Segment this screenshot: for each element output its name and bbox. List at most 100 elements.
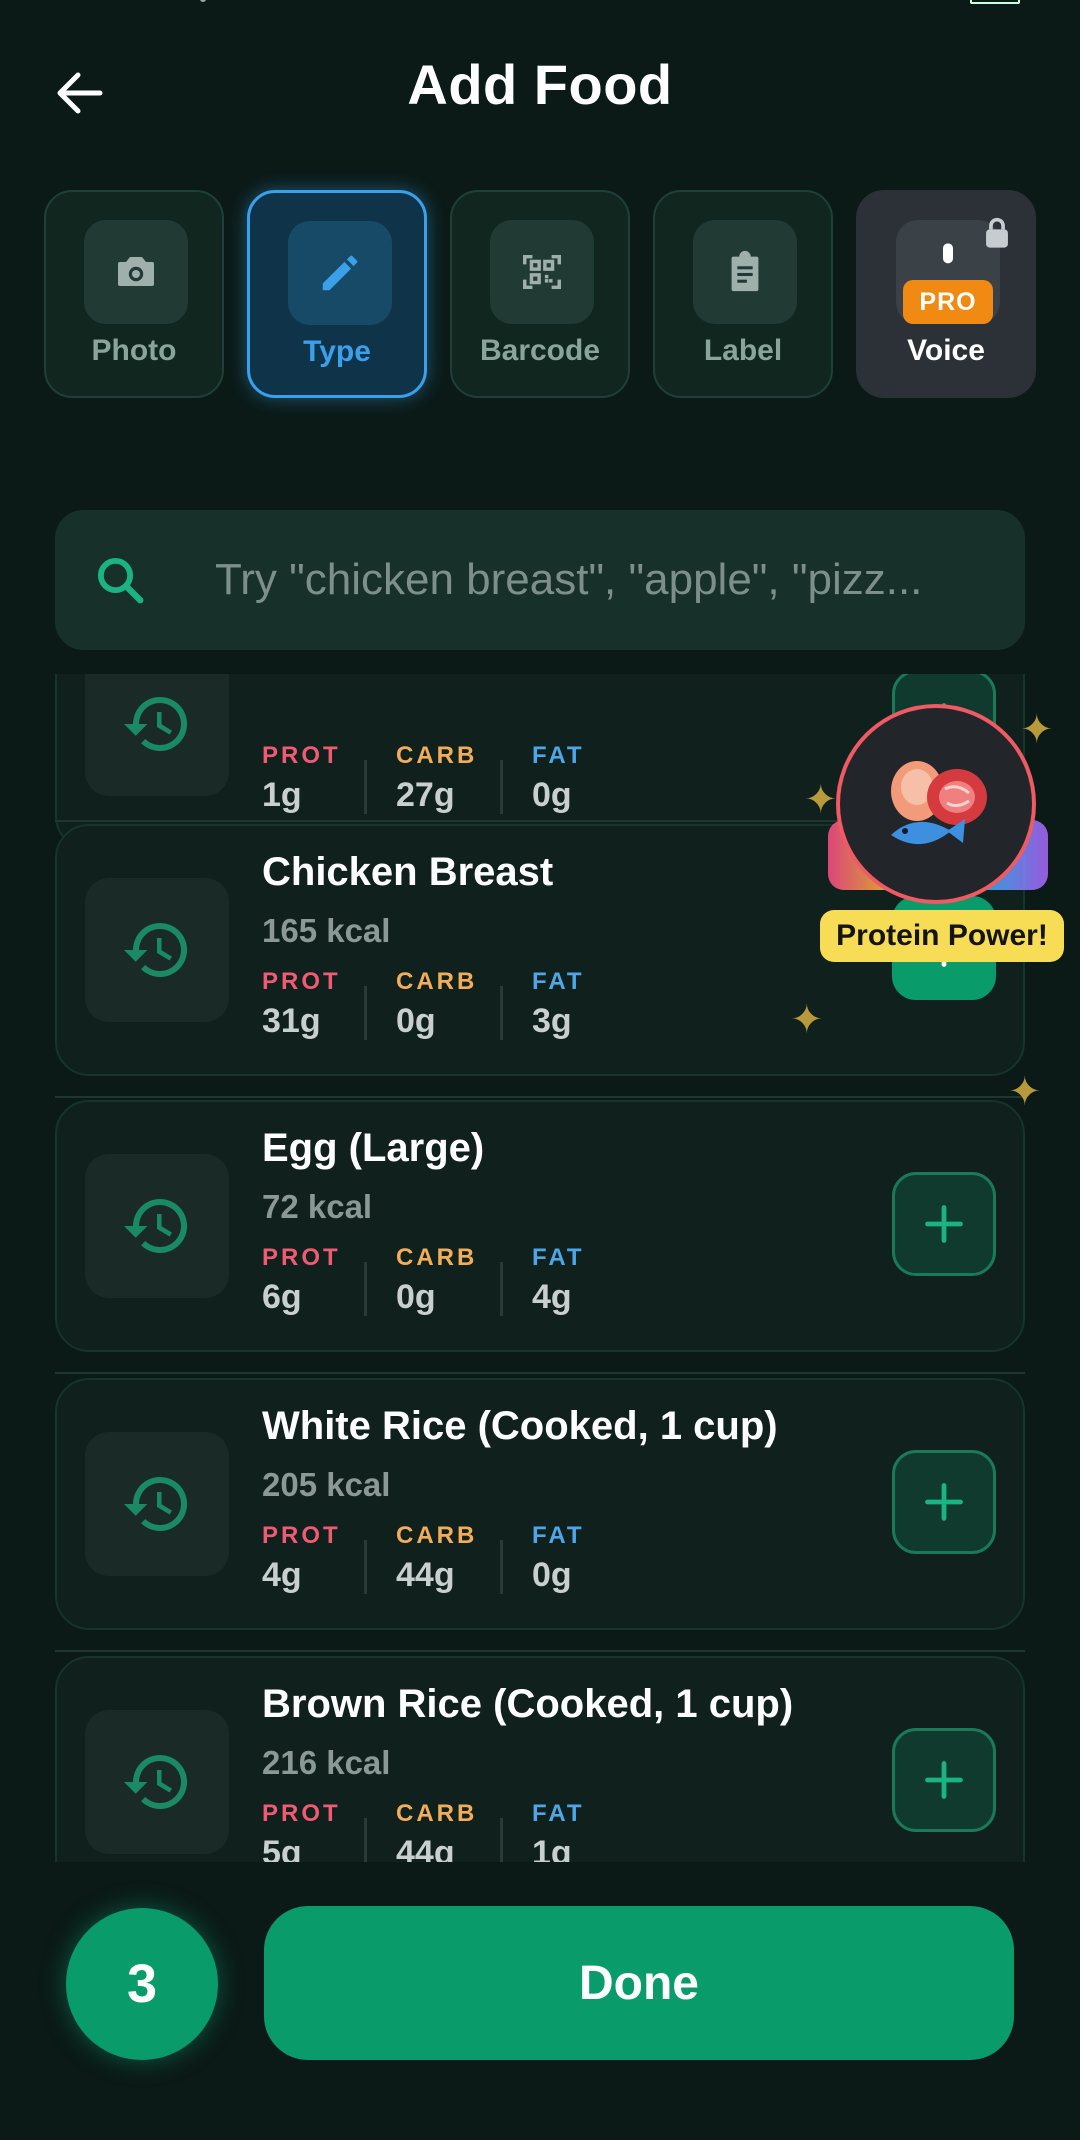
macro-value: 44g (396, 1834, 455, 1862)
macro-protein: PROT 31g (262, 968, 341, 1041)
mode-label: Barcode (479, 334, 601, 367)
macro-label: FAT (532, 742, 585, 769)
macro-separator (500, 1262, 503, 1316)
done-button[interactable]: Done (264, 1906, 1014, 2060)
protein-food-icon (891, 761, 987, 845)
mode-barcode-button[interactable]: Barcode (450, 190, 630, 398)
clipboard-icon-box (693, 220, 797, 324)
macro-protein: PROT 1g (262, 742, 341, 815)
macro-label: CARB (396, 1800, 478, 1827)
macro-label: CARB (396, 1522, 478, 1549)
macro-carb: CARB 0g (396, 968, 477, 1041)
macro-label: FAT (532, 968, 585, 995)
add-food-button[interactable] (892, 1172, 996, 1276)
search-input[interactable] (213, 554, 995, 606)
search-icon (97, 557, 144, 604)
macro-label: CARB (396, 968, 478, 995)
add-food-button[interactable] (892, 1450, 996, 1554)
mode-photo-button[interactable]: Photo (44, 190, 224, 398)
food-card[interactable]: White Rice (Cooked, 1 cup) 205 kcal PROT… (55, 1378, 1025, 1630)
food-card[interactable]: Brown Rice (Cooked, 1 cup) 216 kcal PROT… (55, 1656, 1025, 1862)
selected-count-badge[interactable]: 3 (66, 1908, 218, 2060)
history-icon (124, 1476, 188, 1531)
list-divider (55, 1650, 1025, 1652)
macro-label: PROT (262, 968, 341, 995)
barcode-icon-box (490, 220, 594, 324)
page-title: Add Food (407, 53, 673, 116)
battery-icon (970, 0, 1020, 4)
food-card[interactable]: Egg (Large) 72 kcal PROT 6g CARB 0g FAT … (55, 1100, 1025, 1352)
add-food-button[interactable] (892, 1728, 996, 1832)
achievement-label: Protein Power! (820, 910, 1064, 962)
plus-icon (925, 1483, 963, 1521)
history-icon (124, 922, 188, 977)
macro-value: 4g (532, 1278, 572, 1316)
food-calories: 205 kcal (262, 1466, 391, 1503)
macro-value: 4g (262, 1556, 302, 1594)
macro-separator (500, 1818, 503, 1862)
macro-label: PROT (262, 1800, 341, 1827)
macro-value: 44g (396, 1556, 455, 1594)
macro-carb: CARB 0g (396, 1244, 477, 1317)
macro-separator (500, 760, 503, 814)
pro-badge: PRO (903, 280, 993, 324)
clipboard-icon (731, 250, 759, 292)
food-calories: 72 kcal (262, 1188, 373, 1225)
sparkle-icon: ✦ (1008, 1070, 1042, 1114)
food-calories: 165 kcal (262, 912, 391, 949)
macro-carb: CARB 44g (396, 1522, 477, 1595)
search-icon-wrap (93, 553, 173, 607)
lock-icon (986, 217, 1008, 248)
macro-separator (364, 1818, 367, 1862)
status-bar (0, 0, 1080, 10)
mode-label: Voice (907, 334, 985, 367)
macro-value: 1g (262, 776, 302, 814)
macro-label: FAT (532, 1244, 585, 1271)
macro-label: PROT (262, 1522, 341, 1549)
macro-label: PROT (262, 1244, 341, 1271)
camera-icon (118, 257, 154, 286)
macro-value: 31g (262, 1002, 321, 1040)
macro-value: 3g (532, 1002, 572, 1040)
macro-value: 0g (532, 776, 572, 814)
sparkle-icon: ✦ (1020, 708, 1054, 752)
mode-label-button[interactable]: Label (653, 190, 833, 398)
macro-carb: CARB 44g (396, 1800, 477, 1862)
macro-fat: FAT 0g (532, 742, 585, 815)
macro-value: 5g (262, 1834, 302, 1862)
macro-separator (364, 1262, 367, 1316)
macro-carb: CARB 27g (396, 742, 477, 815)
mode-type-button[interactable]: Type (247, 190, 427, 398)
macro-fat: FAT 4g (532, 1244, 585, 1317)
barcode-icon (523, 254, 561, 290)
plus-icon (925, 1205, 963, 1243)
macro-fat: FAT 3g (532, 968, 585, 1041)
protein-power-achievement: ✦ ✦ ✦ ✦ Protein Power! (790, 700, 1070, 1112)
macro-label: FAT (532, 1522, 585, 1549)
macro-label: CARB (396, 742, 478, 769)
sparkle-icon: ✦ (790, 998, 824, 1042)
macro-label: FAT (532, 1800, 585, 1827)
macro-protein: PROT 6g (262, 1244, 341, 1317)
macro-fat: FAT 1g (532, 1800, 585, 1862)
mode-label: Label (703, 334, 783, 367)
plus-icon (925, 1761, 963, 1799)
macro-value: 0g (532, 1556, 572, 1594)
food-name: Brown Rice (Cooked, 1 cup) (262, 1682, 794, 1726)
food-name: Chicken Breast (262, 850, 554, 894)
microphone-icon (943, 243, 953, 264)
macro-protein: PROT 4g (262, 1522, 341, 1595)
history-icon-box (85, 1154, 229, 1298)
input-mode-selector: Photo Type Barcode Label PRO Voice (44, 190, 1036, 400)
macro-value: 6g (262, 1278, 302, 1316)
macro-separator (364, 1540, 367, 1594)
macro-separator (364, 760, 367, 814)
pencil-icon-box (288, 221, 392, 325)
history-icon (124, 1198, 188, 1253)
macro-protein: PROT 5g (262, 1800, 341, 1862)
mode-voice-button[interactable]: PRO Voice (856, 190, 1036, 398)
macro-value: 0g (396, 1002, 436, 1040)
macro-value: 27g (396, 776, 455, 814)
mode-label: Type (303, 335, 371, 368)
food-name: White Rice (Cooked, 1 cup) (262, 1404, 778, 1448)
